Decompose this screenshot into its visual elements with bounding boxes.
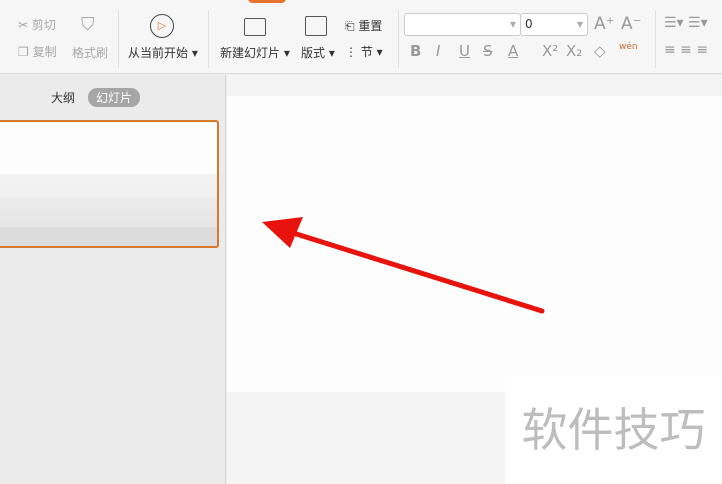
red-arrow-annotation <box>262 217 545 314</box>
